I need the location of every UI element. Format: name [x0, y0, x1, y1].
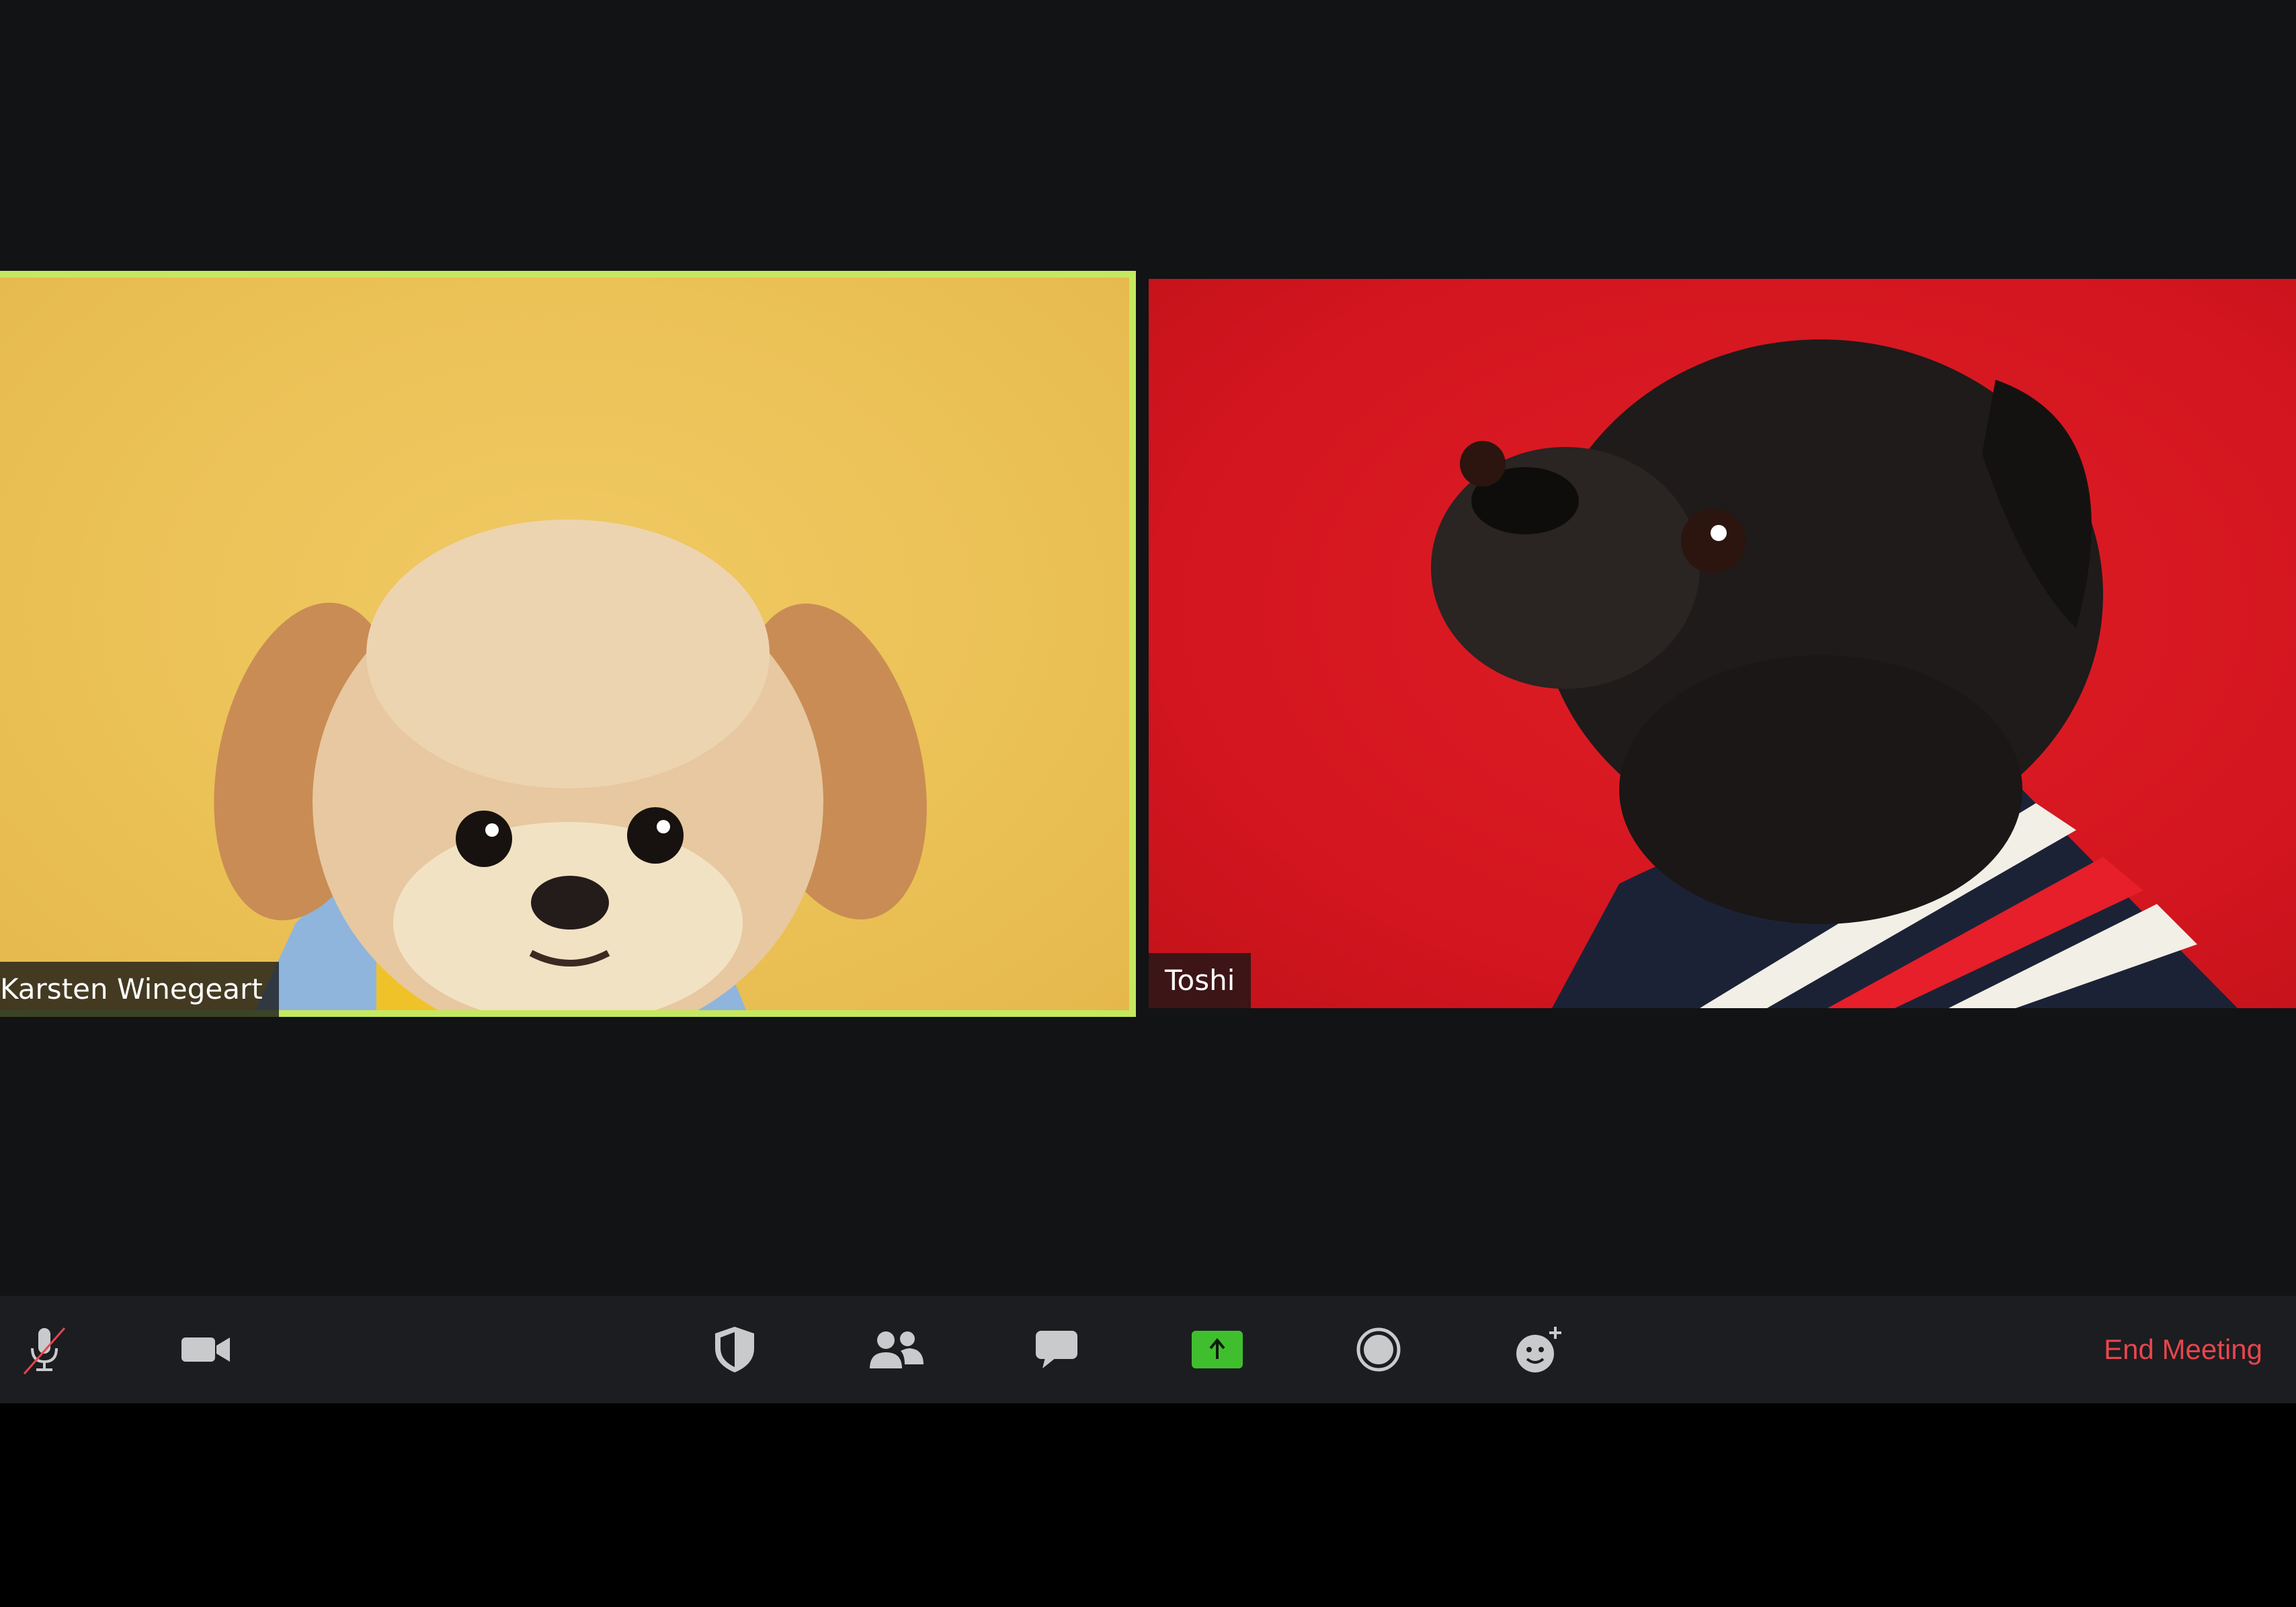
- reactions-button[interactable]: [1499, 1296, 1580, 1403]
- reactions-icon: [1512, 1324, 1566, 1375]
- dog-shihtzu-image: [214, 520, 927, 1010]
- share-screen-button[interactable]: [1177, 1296, 1258, 1403]
- video-tile-karsten[interactable]: Karsten Winegeart: [0, 271, 1136, 1017]
- video-camera-icon: [179, 1329, 233, 1370]
- video-stage: Karsten Winegeart Toshi: [0, 0, 2296, 1296]
- share-screen-icon: [1190, 1329, 1244, 1370]
- video-button[interactable]: [165, 1296, 246, 1403]
- participants-icon: [866, 1328, 926, 1371]
- mic-muted-icon: [17, 1323, 71, 1376]
- participant-name-tag: Karsten Winegeart: [0, 962, 279, 1017]
- participants-button[interactable]: [856, 1296, 936, 1403]
- video-feed-karsten: [0, 278, 1129, 1010]
- chat-button[interactable]: [1016, 1296, 1097, 1403]
- participant-name-tag: Toshi: [1149, 953, 1252, 1008]
- end-meeting-button[interactable]: End Meeting: [2104, 1296, 2262, 1403]
- security-shield-icon: [711, 1324, 758, 1375]
- mute-button[interactable]: [4, 1296, 85, 1403]
- record-icon: [1355, 1326, 1402, 1373]
- video-tile-toshi[interactable]: Toshi: [1149, 279, 2296, 1008]
- meeting-toolbar: End Meeting: [0, 1296, 2296, 1403]
- empty-bottom-area: [0, 1403, 2296, 1607]
- record-button[interactable]: [1338, 1296, 1419, 1403]
- security-button[interactable]: [694, 1296, 775, 1403]
- chat-icon: [1033, 1328, 1080, 1371]
- dog-pug-image: [1431, 339, 2238, 1008]
